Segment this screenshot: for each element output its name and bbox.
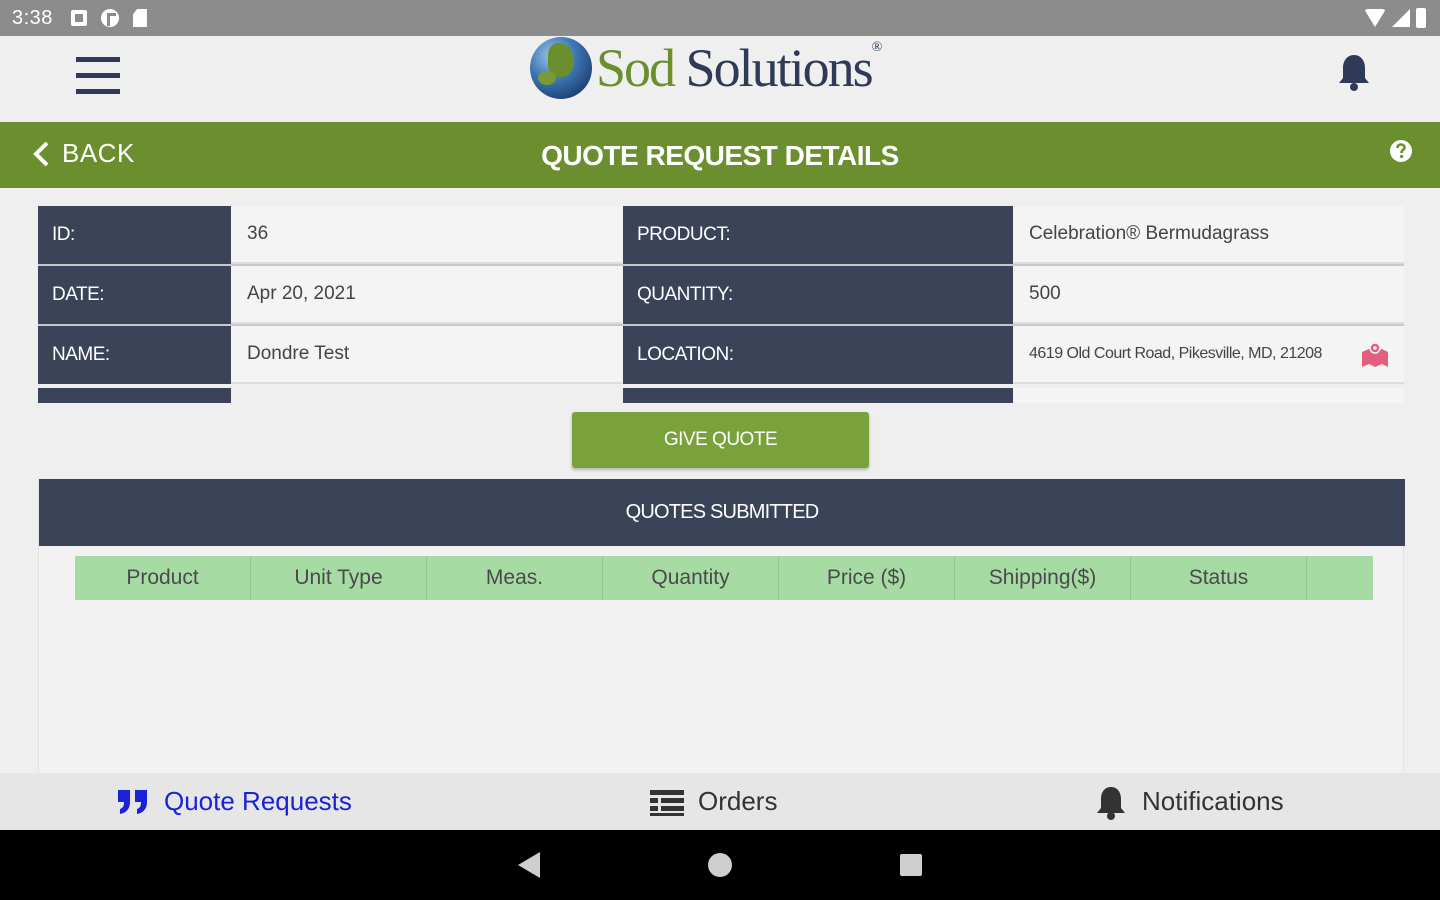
map-icon[interactable]: [1360, 342, 1390, 368]
status-icons-right: [1364, 8, 1426, 28]
bottom-tab-bar: Quote Requests Orders Notifications: [0, 773, 1440, 830]
id-label: ID:: [38, 206, 231, 264]
nav-back-icon[interactable]: [518, 852, 540, 878]
page-title: QUOTE REQUEST DETAILS: [541, 140, 899, 171]
tab-notifications-label: Notifications: [1142, 786, 1284, 816]
battery-icon: [1416, 8, 1426, 28]
app-header: Sod Solutions®: [0, 36, 1440, 122]
logo-text-sod: Sod: [596, 38, 676, 98]
quote-marks-icon: [118, 789, 147, 814]
give-quote-button[interactable]: GIVE QUOTE: [572, 412, 869, 468]
help-icon[interactable]: [1389, 139, 1413, 163]
product-value: Celebration® Bermudagrass: [1013, 206, 1404, 264]
column-header-price[interactable]: Price ($): [779, 556, 955, 600]
logo-text-solutions: Solutions: [674, 38, 874, 98]
tab-orders[interactable]: Orders: [650, 773, 777, 830]
id-value: 36: [231, 206, 622, 264]
location-label: LOCATION:: [623, 326, 1013, 384]
quantity-label: QUANTITY:: [623, 266, 1013, 324]
date-value: Apr 20, 2021: [231, 266, 622, 324]
quote-details-table: ID: 36 PRODUCT: Celebration® Bermudagras…: [38, 206, 1404, 403]
bell-icon: [1097, 786, 1125, 820]
quotes-table-header: Product Unit Type Meas. Quantity Price (…: [75, 556, 1373, 600]
name-value: Dondre Test: [231, 326, 622, 384]
column-header-meas[interactable]: Meas.: [427, 556, 603, 600]
nav-recents-icon[interactable]: [900, 854, 922, 876]
details-row-name: NAME: Dondre Test LOCATION: 4619 Old Cou…: [38, 326, 1404, 384]
column-header-empty: [1307, 556, 1373, 600]
logo-text: Sod Solutions®: [596, 38, 883, 98]
list-icon: [650, 789, 684, 816]
column-header-product[interactable]: Product: [75, 556, 251, 600]
details-row-overflow: [623, 388, 1013, 403]
sod-solutions-logo: Sod Solutions®: [530, 36, 920, 100]
column-header-unit-type[interactable]: Unit Type: [251, 556, 427, 600]
quotes-submitted-header: QUOTES SUBMITTED: [39, 479, 1405, 546]
location-cell: 4619 Old Court Road, Pikesville, MD, 212…: [1013, 326, 1404, 384]
tab-quote-requests[interactable]: Quote Requests: [116, 773, 352, 830]
sd-card-icon: [132, 9, 147, 27]
logo-registered-mark: ®: [871, 40, 883, 55]
details-row-overflow: [1013, 388, 1404, 403]
quotes-submitted-panel: QUOTES SUBMITTED Product Unit Type Meas.…: [38, 479, 1405, 773]
bell-icon[interactable]: [1336, 52, 1372, 92]
details-row-date: DATE: Apr 20, 2021 QUANTITY: 500: [38, 266, 1404, 324]
cell-signal-icon: [1392, 9, 1410, 27]
status-bar: 3:38: [0, 0, 1440, 36]
nav-home-icon[interactable]: [708, 853, 732, 877]
column-header-shipping[interactable]: Shipping($): [955, 556, 1131, 600]
product-label: PRODUCT:: [623, 206, 1013, 264]
app-notification-icon: [100, 9, 119, 27]
title-bar: BACK QUOTE REQUEST DETAILS: [0, 122, 1440, 188]
tab-notifications[interactable]: Notifications: [1094, 773, 1284, 830]
wifi-icon: [1364, 9, 1386, 27]
status-time: 3:38: [12, 6, 53, 29]
name-label: NAME:: [38, 326, 231, 384]
location-value: 4619 Old Court Road, Pikesville, MD, 212…: [1029, 345, 1322, 362]
details-row-id: ID: 36 PRODUCT: Celebration® Bermudagras…: [38, 206, 1404, 264]
column-header-status[interactable]: Status: [1131, 556, 1307, 600]
tab-orders-label: Orders: [698, 786, 778, 816]
date-label: DATE:: [38, 266, 231, 324]
status-icons-left: [70, 9, 147, 27]
tab-quote-requests-label: Quote Requests: [164, 786, 352, 816]
system-navigation-bar: [0, 830, 1440, 900]
notification-square-icon: [70, 10, 87, 26]
globe-icon: [530, 37, 592, 99]
quantity-value: 500: [1013, 266, 1404, 324]
details-row-overflow: [38, 388, 231, 403]
hamburger-menu-icon[interactable]: [76, 57, 120, 95]
column-header-quantity[interactable]: Quantity: [603, 556, 779, 600]
